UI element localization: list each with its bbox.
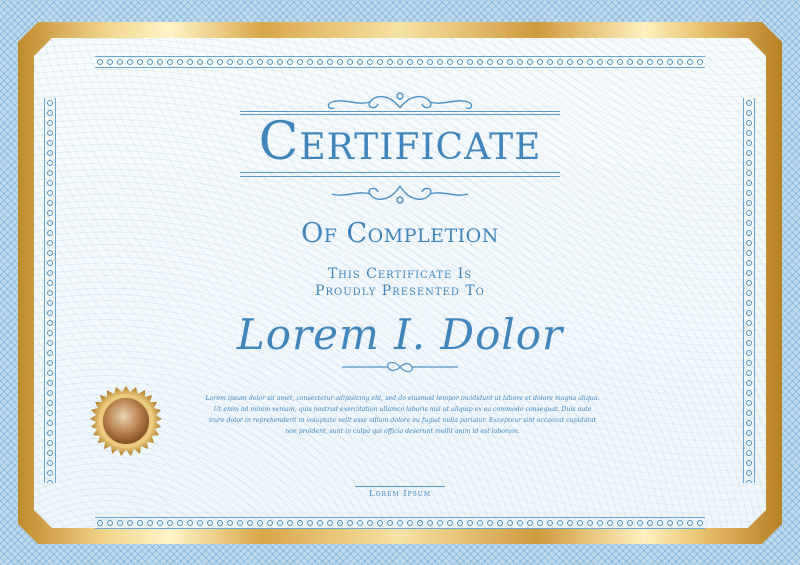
bottom-chain-border [95, 517, 705, 529]
certificate-page: Certificate Of Completion This Certifica… [0, 0, 800, 565]
recipient-name: Lorem I. Dolor [236, 310, 564, 359]
signer-name: Lorem Ipsum [368, 489, 431, 499]
certificate-subtitle: Of Completion [301, 218, 499, 249]
ornament-divider-icon [320, 180, 480, 208]
title-rule-bottom-2 [240, 176, 560, 177]
presented-line-2: Proudly Presented To [315, 283, 485, 299]
certificate-title: Certificate [258, 112, 542, 172]
presented-line-1: This Certificate Is [327, 266, 473, 282]
name-divider-icon [340, 358, 460, 376]
top-chain-border [95, 56, 705, 68]
signature-line [355, 486, 445, 487]
presented-text: This Certificate Is Proudly Presented To [0, 266, 800, 300]
title-rule-bottom [240, 172, 560, 173]
medal-seal-icon [86, 384, 166, 464]
certificate-body-text: Lorem ipsum dolor sit amet, consectetur … [205, 395, 600, 435]
